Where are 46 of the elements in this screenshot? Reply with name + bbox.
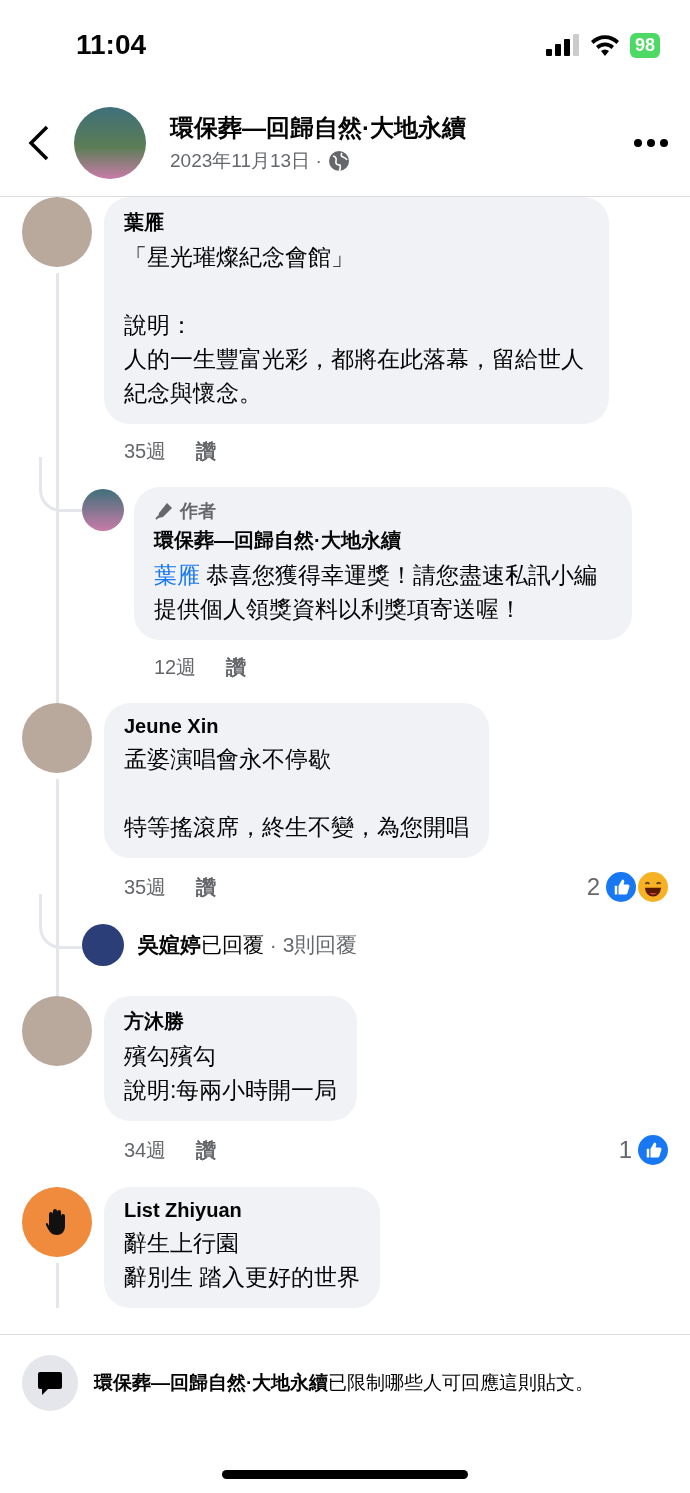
comment-time: 35週 bbox=[124, 439, 167, 464]
signal-icon bbox=[545, 34, 580, 56]
comment-text: 辭生上行園 bbox=[124, 1229, 240, 1258]
reaction-count: 1 bbox=[618, 1136, 632, 1164]
comment-text: 說明:每兩小時開一局 bbox=[124, 1076, 338, 1105]
commenter-name[interactable]: 方沐勝 bbox=[124, 1008, 338, 1035]
like-link[interactable]: 讚 bbox=[196, 873, 217, 901]
commenter-name[interactable]: Jeune Xin bbox=[124, 715, 469, 738]
thumbs-up-icon bbox=[638, 1135, 668, 1165]
comment-text: 葉雁 恭喜您獲得幸運獎！請您盡速私訊小編提供個人領獎資料以利獎項寄送喔！ bbox=[154, 561, 599, 624]
battery-level: 98 bbox=[629, 32, 660, 58]
comment-text: 說明： bbox=[124, 311, 194, 340]
replies-link[interactable]: 吳媗婷已回覆 · 3則回覆 bbox=[138, 931, 358, 959]
comment-text: 殯勾殯勾 bbox=[124, 1042, 217, 1071]
back-icon[interactable] bbox=[28, 125, 50, 161]
comment-time: 35週 bbox=[124, 874, 167, 900]
restriction-notice: 環保葬—回歸自然·大地永續已限制哪些人可回應這則貼文。 bbox=[94, 1371, 595, 1395]
laughing-face-icon bbox=[638, 872, 668, 902]
more-icon[interactable] bbox=[634, 139, 668, 147]
post-date: 2023年11月13日 · bbox=[170, 149, 322, 173]
hand-icon bbox=[46, 1209, 68, 1235]
comment-time: 34週 bbox=[124, 1137, 167, 1163]
like-link[interactable]: 讚 bbox=[226, 654, 247, 681]
comment-text: 特等搖滾席，終生不變，為您開唱 bbox=[124, 813, 469, 842]
thread-connector bbox=[39, 457, 82, 512]
status-time: 11:04 bbox=[76, 29, 147, 61]
comment-text: 孟婆演唱會永不停歇 bbox=[124, 745, 332, 774]
wifi-icon bbox=[589, 34, 620, 56]
commenter-name[interactable]: List Zhiyuan bbox=[124, 1199, 361, 1222]
author-label: 作者 bbox=[180, 500, 216, 523]
comment-text: 辭別生 踏入更好的世界 bbox=[124, 1263, 361, 1292]
thumbs-up-icon bbox=[606, 872, 636, 902]
commenter-name[interactable]: 環保葬—回歸自然·大地永續 bbox=[154, 527, 612, 554]
like-link[interactable]: 讚 bbox=[196, 438, 217, 465]
comment-time: 12週 bbox=[154, 655, 197, 680]
mention-link[interactable]: 葉雁 bbox=[154, 562, 200, 588]
page-title[interactable]: 環保葬—回歸自然·大地永續 bbox=[170, 112, 610, 144]
pen-icon bbox=[154, 501, 174, 521]
commenter-name[interactable]: 葉雁 bbox=[124, 209, 589, 236]
comment-icon bbox=[22, 1355, 78, 1411]
like-link[interactable]: 讚 bbox=[196, 1136, 217, 1164]
reaction-count: 2 bbox=[586, 873, 600, 901]
globe-icon bbox=[327, 150, 350, 172]
avatar-photo[interactable] bbox=[82, 924, 124, 966]
comment-text: 「星光璀燦紀念會館」 bbox=[124, 243, 355, 272]
comment-text: 人的一生豐富光彩，都將在此落幕，留給世人紀念與懷念。 bbox=[124, 345, 585, 408]
